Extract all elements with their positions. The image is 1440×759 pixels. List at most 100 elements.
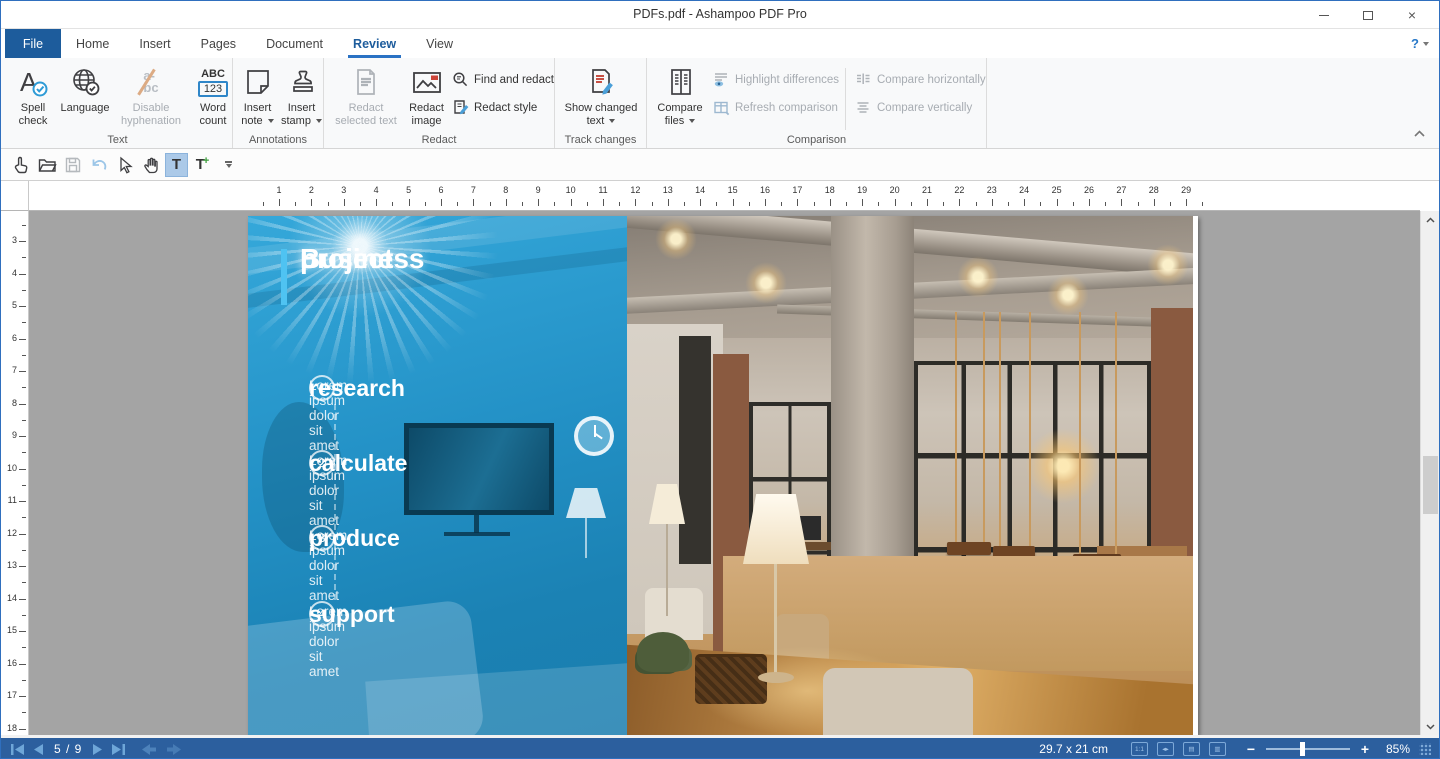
actual-size-button[interactable]: 1:1 [1131, 742, 1148, 756]
image-icon [411, 64, 443, 100]
zoom-slider[interactable] [1266, 748, 1350, 750]
vertical-scrollbar[interactable] [1420, 211, 1439, 735]
ruler-mark: 12 [7, 528, 17, 538]
select-tool-button[interactable] [113, 153, 136, 177]
ruler-corner [1, 181, 29, 211]
spell-check-icon: A [18, 64, 48, 100]
fit-width-button[interactable]: ◂▸ [1157, 742, 1174, 756]
scroll-down-button[interactable] [1421, 718, 1439, 735]
ruler-mark: 2 [302, 185, 320, 195]
page-navigation: 5 / 9 [11, 742, 181, 756]
toolbar-overflow-button[interactable] [217, 153, 240, 177]
show-changed-text-button[interactable]: Show changed text [558, 62, 644, 127]
ribbon-group-text: A Spell check Language a-bc Disable hyph… [3, 58, 233, 148]
ruler-mark: 11 [8, 495, 17, 505]
zoom-out-button[interactable]: − [1245, 741, 1257, 757]
scroll-up-button[interactable] [1421, 211, 1439, 228]
touch-mode-button[interactable] [9, 153, 32, 177]
ruler-mark: 10 [7, 463, 17, 473]
highlight-differences-button[interactable]: Highlight differences [713, 71, 839, 88]
ruler-mark [895, 199, 896, 206]
tab-review[interactable]: Review [338, 29, 411, 58]
forward-icon [166, 744, 181, 755]
zoom-in-button[interactable]: + [1359, 741, 1371, 757]
ruler-mark [295, 202, 296, 206]
ruler-mark: 7 [12, 365, 17, 375]
ruler-mark [22, 680, 26, 681]
tab-document[interactable]: Document [251, 29, 338, 58]
ruler-mark: 4 [367, 185, 385, 195]
help-button[interactable]: ? [1411, 29, 1429, 58]
ruler-mark [927, 199, 928, 206]
ruler-mark [19, 339, 26, 340]
ruler-mark [1138, 202, 1139, 206]
compare-vertically-button[interactable]: Compare vertically [855, 99, 986, 116]
compare-files-button[interactable]: Compare files [653, 62, 707, 127]
tab-home[interactable]: Home [61, 29, 124, 58]
collapse-ribbon-button[interactable] [1414, 124, 1425, 142]
tab-pages[interactable]: Pages [186, 29, 251, 58]
ruler-mark [425, 202, 426, 206]
touch-icon [11, 155, 31, 175]
word-count-button[interactable]: ABC123 Word count [189, 62, 237, 127]
pan-tool-button[interactable] [139, 153, 162, 177]
single-page-button[interactable]: ▤ [1183, 742, 1200, 756]
ruler-mark: 12 [626, 185, 644, 195]
disable-hyphenation-button[interactable]: a-bc Disable hyphenation [113, 62, 189, 127]
next-page-button[interactable] [93, 744, 103, 755]
zoom-slider-thumb[interactable] [1300, 742, 1305, 756]
compare-horizontally-button[interactable]: Compare horizontally [855, 71, 986, 88]
add-text-tool-button[interactable]: T+ [191, 153, 214, 177]
tab-insert[interactable]: Insert [124, 29, 185, 58]
tab-file[interactable]: File [5, 29, 61, 58]
ruler-mark [19, 306, 26, 307]
minimize-icon [1319, 15, 1329, 16]
maximize-button[interactable] [1355, 5, 1381, 25]
spell-check-button[interactable]: A Spell check [9, 62, 57, 127]
document-area[interactable]: Business project 1 research Lorem ipsum … [29, 211, 1420, 735]
pdf-page[interactable]: Business project 1 research Lorem ipsum … [248, 216, 1198, 735]
insert-stamp-button[interactable]: Insert stamp [279, 62, 324, 127]
redact-selected-text-button[interactable]: Redact selected text [328, 62, 404, 127]
open-file-button[interactable] [35, 153, 58, 177]
scrollbar-thumb[interactable] [1423, 456, 1438, 514]
minimize-button[interactable] [1311, 5, 1337, 25]
previous-page-button[interactable] [33, 744, 43, 755]
save-button[interactable] [61, 153, 84, 177]
ruler-mark: 27 [1112, 185, 1130, 195]
ruler-mark [814, 202, 815, 206]
find-and-redact-button[interactable]: Find and redact [452, 71, 554, 88]
tab-view[interactable]: View [411, 29, 468, 58]
ruler-mark [19, 241, 26, 242]
next-page-icon [93, 744, 103, 755]
step-subtitle: Lorem ipsum dolor sit amet [309, 604, 347, 679]
undo-button[interactable] [87, 153, 110, 177]
ruler-mark [263, 202, 264, 206]
ruler-mark [22, 485, 26, 486]
insert-note-button[interactable]: Insert note [236, 62, 279, 127]
close-button[interactable]: × [1399, 5, 1425, 25]
style-pencil-icon [452, 99, 469, 116]
view-back-button[interactable] [142, 744, 157, 755]
redact-style-button[interactable]: Redact style [452, 99, 554, 116]
text-select-tool-button[interactable]: T [165, 153, 188, 177]
last-page-icon [112, 744, 125, 755]
language-button[interactable]: Language [57, 62, 113, 115]
redact-image-button[interactable]: Redact image [404, 62, 449, 127]
refresh-comparison-button[interactable]: Refresh comparison [713, 99, 839, 116]
resize-grip[interactable] [1419, 743, 1431, 755]
ruler-mark [1121, 199, 1122, 206]
last-page-button[interactable] [112, 744, 125, 755]
ruler-mark [392, 202, 393, 206]
ruler-mark [538, 199, 539, 206]
text-tool-icon: T [172, 156, 181, 173]
ruler-mark [652, 202, 653, 206]
first-page-button[interactable] [11, 744, 24, 755]
ruler-mark [765, 199, 766, 206]
view-forward-button[interactable] [166, 744, 181, 755]
ruler-mark [603, 199, 604, 206]
help-icon: ? [1411, 36, 1419, 51]
ruler-mark: 15 [724, 185, 742, 195]
ruler-mark [635, 199, 636, 206]
two-pages-button[interactable]: ▥ [1209, 742, 1226, 756]
